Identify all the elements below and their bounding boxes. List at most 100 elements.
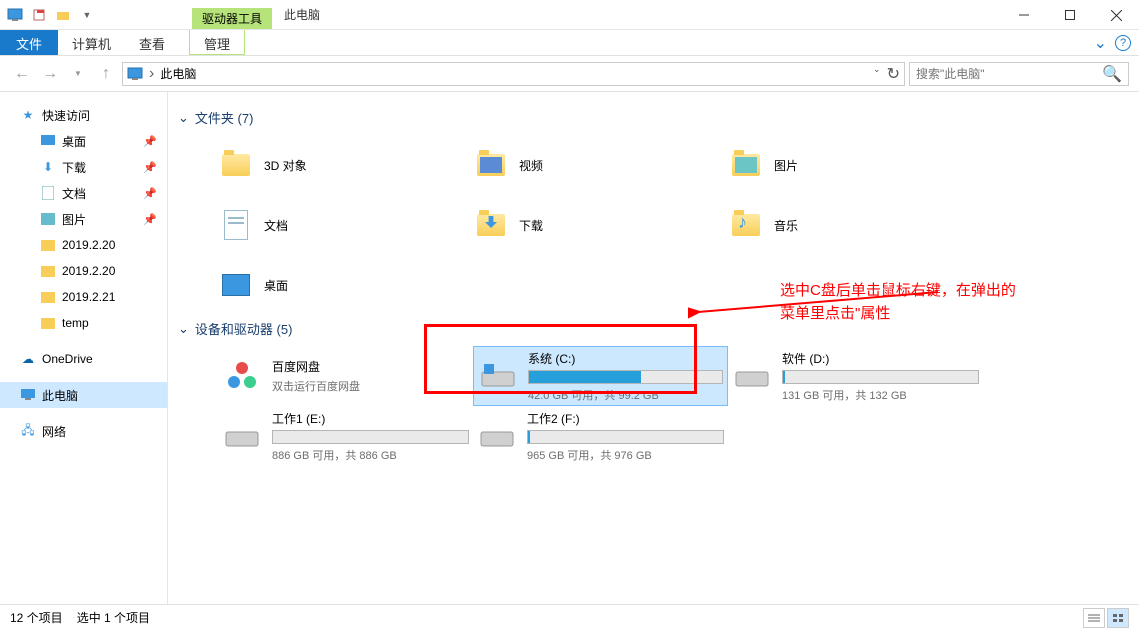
sidebar-item-desktop[interactable]: 桌面 📌 (0, 128, 167, 154)
sidebar-item-label: OneDrive (42, 352, 93, 366)
sidebar-item-label: 网络 (42, 423, 66, 440)
drive-item[interactable]: 工作1 (E:) 886 GB 可用，共 886 GB (218, 406, 473, 466)
address-dropdown-icon[interactable]: ⌄ (873, 64, 881, 84)
folder-item[interactable]: ♪音乐 (728, 195, 983, 255)
drive-item[interactable]: 工作2 (F:)965 GB 可用，共 976 GB (473, 406, 728, 466)
view-icons-button[interactable] (1107, 608, 1129, 628)
maximize-button[interactable] (1047, 0, 1093, 30)
drive-stats: 965 GB 可用，共 976 GB (527, 447, 724, 463)
desktop-icon (40, 133, 56, 149)
folder-icon (473, 147, 509, 183)
drive-stats: 131 GB 可用，共 132 GB (782, 387, 979, 403)
status-selected-count: 选中 1 个项目 (77, 609, 150, 626)
pin-icon: 📌 (143, 135, 157, 148)
drive-stats: 886 GB 可用，共 886 GB (272, 447, 469, 463)
folder-item[interactable]: 图片 (728, 135, 983, 195)
chevron-down-icon: ⌄ (178, 321, 189, 337)
sidebar-item-label: 2019.2.20 (62, 264, 115, 278)
drive-subtitle: 双击运行百度网盘 (272, 378, 469, 394)
sidebar-onedrive[interactable]: ☁ OneDrive (0, 346, 167, 372)
folder-icon (40, 289, 56, 305)
close-button[interactable] (1093, 0, 1139, 30)
folder-label: 音乐 (774, 217, 798, 234)
ribbon-tab-view[interactable]: 查看 (125, 30, 179, 55)
folder-label: 3D 对象 (264, 157, 307, 174)
sidebar-item-folder[interactable]: 2019.2.20 (0, 232, 167, 258)
drive-usage-bar (528, 370, 723, 384)
chevron-down-icon: ⌄ (178, 110, 189, 126)
sidebar-item-label: 图片 (62, 211, 86, 228)
sidebar-label: 快速访问 (42, 107, 90, 124)
onedrive-icon: ☁ (20, 351, 36, 367)
nav-recent-dropdown[interactable]: ▼ (66, 62, 90, 86)
sidebar-item-label: 此电脑 (42, 387, 78, 404)
annotation-text: 选中C盘后单击鼠标右键，在弹出的 菜单里点击"属性 (780, 280, 1016, 325)
sidebar-item-label: 2019.2.21 (62, 290, 115, 304)
sidebar-item-folder[interactable]: 2019.2.20 (0, 258, 167, 284)
sidebar-item-label: 文档 (62, 185, 86, 202)
folder-item[interactable]: 3D 对象 (218, 135, 473, 195)
section-folders-header[interactable]: ⌄ 文件夹 (7) (178, 108, 1129, 127)
folder-label: 桌面 (264, 277, 288, 294)
drive-icon (222, 356, 262, 396)
search-input[interactable] (916, 67, 1102, 81)
search-icon[interactable]: 🔍 (1102, 64, 1122, 84)
sidebar-item-folder[interactable]: 2019.2.21 (0, 284, 167, 310)
address-bar[interactable]: › 此电脑 ⌄ ↻ (122, 62, 905, 86)
folder-item[interactable]: 桌面 (218, 255, 473, 315)
qat-dropdown-icon[interactable]: ▼ (76, 4, 98, 26)
app-icon (4, 4, 26, 26)
drive-item[interactable]: 百度网盘双击运行百度网盘 (218, 346, 473, 406)
folder-icon (218, 267, 254, 303)
folder-icon (218, 207, 254, 243)
pin-icon: 📌 (143, 213, 157, 226)
sidebar-item-downloads[interactable]: ⬇ 下载 📌 (0, 154, 167, 180)
drive-name: 系统 (C:) (528, 350, 723, 367)
drive-usage-bar (272, 430, 469, 444)
folder-item[interactable]: 视频 (473, 135, 728, 195)
sidebar-item-pictures[interactable]: 图片 📌 (0, 206, 167, 232)
minimize-button[interactable] (1001, 0, 1047, 30)
ribbon-tab-computer[interactable]: 计算机 (58, 30, 125, 55)
sidebar-item-label: 桌面 (62, 133, 86, 150)
ribbon-tab-manage[interactable]: 管理 (189, 30, 245, 55)
qat-properties-icon[interactable] (28, 4, 50, 26)
nav-forward-button[interactable]: → (38, 62, 62, 86)
nav-up-button[interactable]: ↑ (94, 62, 118, 86)
document-icon (40, 185, 56, 201)
status-item-count: 12 个项目 (10, 609, 63, 626)
drive-item[interactable]: 软件 (D:) 131 GB 可用，共 132 GB (728, 346, 983, 406)
search-box[interactable]: 🔍 (909, 62, 1129, 86)
folder-icon (218, 147, 254, 183)
picture-icon (40, 211, 56, 227)
drive-icon (732, 356, 772, 396)
pc-icon (20, 387, 36, 403)
folder-item[interactable]: 文档 (218, 195, 473, 255)
context-tab-drivetools: 驱动器工具 (192, 8, 272, 29)
drive-item[interactable]: 系统 (C:) 42.0 GB 可用，共 99.2 GB (473, 346, 728, 406)
sidebar-this-pc[interactable]: 此电脑 (0, 382, 167, 408)
sidebar-network[interactable]: 🖧 网络 (0, 418, 167, 444)
drive-stats: 42.0 GB 可用，共 99.2 GB (528, 387, 723, 403)
file-tab[interactable]: 文件 (0, 30, 58, 55)
qat-newfolder-icon[interactable] (52, 4, 74, 26)
folder-icon (473, 207, 509, 243)
sidebar-item-label: temp (62, 316, 89, 330)
sidebar-quick-access[interactable]: ★ 快速访问 (0, 102, 167, 128)
refresh-icon[interactable]: ↻ (887, 64, 900, 84)
drive-name: 软件 (D:) (782, 350, 979, 367)
view-details-button[interactable] (1083, 608, 1105, 628)
star-icon: ★ (20, 107, 36, 123)
folder-icon (728, 147, 764, 183)
folder-label: 图片 (774, 157, 798, 174)
sidebar-item-documents[interactable]: 文档 📌 (0, 180, 167, 206)
drive-name: 工作1 (E:) (272, 410, 469, 427)
ribbon-expand-icon[interactable]: ⌄ (1094, 33, 1107, 53)
sidebar-item-folder[interactable]: temp (0, 310, 167, 336)
drive-icon (477, 416, 517, 456)
help-icon[interactable]: ? (1115, 35, 1131, 51)
folder-item[interactable]: 下载 (473, 195, 728, 255)
network-icon: 🖧 (20, 423, 36, 439)
pin-icon: 📌 (143, 161, 157, 174)
nav-back-button[interactable]: ← (10, 62, 34, 86)
